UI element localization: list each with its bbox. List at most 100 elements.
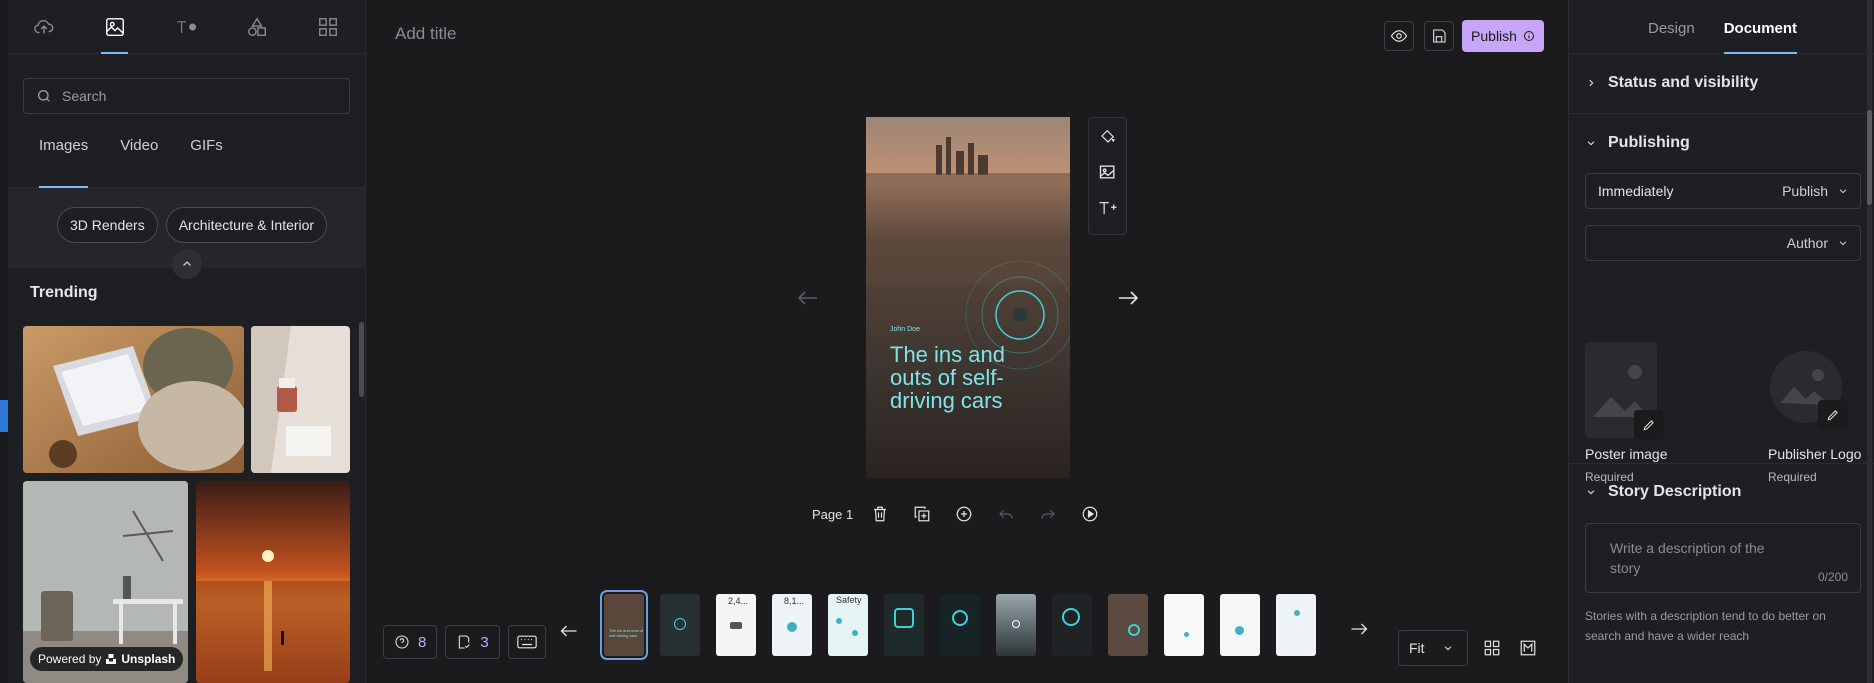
templates-tab[interactable] [292,0,363,54]
author-select[interactable]: Author [1585,225,1861,261]
status-visibility-header[interactable]: Status and visibility [1569,74,1874,92]
chip-3d-renders[interactable]: 3D Renders [57,207,158,243]
chevron-down-icon [1587,141,1595,146]
previous-page-arrow[interactable] [796,286,820,310]
image-sunset-beach[interactable] [196,481,350,683]
thumbnail-page-13[interactable] [1276,594,1316,656]
redo-button[interactable] [1027,505,1069,523]
shapes-tab[interactable] [221,0,292,54]
thumbnail-page-8[interactable] [996,594,1036,656]
bottom-left-controls: 8 3 [383,625,546,659]
play-circle-icon [1082,506,1098,522]
background-fill-button[interactable] [1089,118,1126,154]
story-page-canvas[interactable]: John Doe The ins and outs of self-drivin… [866,117,1070,478]
chip-architecture-interior[interactable]: Architecture & Interior [165,207,328,243]
duplicate-icon [914,506,930,522]
edit-poster-button[interactable] [1634,410,1664,440]
zoom-select[interactable]: Fit [1398,630,1468,666]
page-controls: Page 1 [812,505,1111,523]
thumbnail-page-2[interactable] [660,594,700,656]
thumbnail-page-1[interactable]: The ins and outs of self-driving cars [600,590,648,660]
help-center-button[interactable]: 8 [383,625,438,659]
checklist-icon [459,635,471,649]
search-input[interactable]: Search [23,78,350,114]
story-description-title: Story Description [1608,483,1742,500]
left-edge-handle[interactable] [0,400,8,432]
plus-circle-icon [956,506,972,522]
thumbnails-prev-arrow[interactable] [559,621,579,641]
thumbnail-page-3[interactable]: 2,4... [716,594,756,656]
next-page-arrow[interactable] [1116,286,1140,310]
text-tab[interactable] [150,0,221,54]
tab-document[interactable]: Document [1723,0,1798,54]
city-background-image [866,117,1070,478]
status-visibility-section[interactable]: Status and visibility [1569,54,1874,114]
keyboard-mode-button[interactable] [1519,639,1537,657]
thumbnail-page-6[interactable] [884,594,924,656]
story-author[interactable]: John Doe [890,326,920,333]
canvas-toolbar [1088,117,1127,235]
help-icon [395,635,409,649]
chevron-down-icon [1444,646,1451,651]
settings-scroll-thumb[interactable] [1867,110,1872,205]
publishing-header[interactable]: Publishing [1569,134,1874,152]
play-animation-button[interactable] [1069,505,1111,523]
grid-view-button[interactable] [1483,639,1501,657]
undo-button[interactable] [985,505,1027,523]
publish-action-value: Publish [1782,183,1828,199]
status-visibility-title: Status and visibility [1608,74,1759,91]
settings-scrollbar[interactable] [1867,0,1872,683]
checklist-count: 3 [480,633,489,651]
tab-design[interactable]: Design [1648,0,1695,54]
chevron-right-icon [1589,79,1594,87]
checklist-button[interactable]: 3 [445,625,500,659]
image-icon [105,17,124,36]
chevron-down-icon [1839,241,1847,246]
thumbnail-page-10[interactable] [1108,594,1148,656]
duplicate-page-button[interactable] [901,505,943,523]
grid-layout-icon [318,17,337,36]
publishing-title: Publishing [1608,134,1690,151]
edit-publisher-logo-button[interactable] [1818,400,1848,430]
search-icon [38,90,50,102]
image-candle-towel[interactable] [251,326,350,473]
unsplash-attribution[interactable]: Powered by Unsplash [30,647,184,671]
info-icon [1523,31,1534,41]
poster-image-label: Poster image [1585,446,1668,462]
thumbnail-page-9[interactable] [1052,594,1092,656]
thumbnail-page-7[interactable] [940,594,980,656]
library-tabs [8,0,365,54]
library-scrollbar[interactable] [359,322,364,397]
collapse-chips-button[interactable] [172,249,202,279]
thumbnail-page-12[interactable] [1220,594,1260,656]
tab-video[interactable]: Video [120,136,158,188]
upload-tab[interactable] [8,0,79,54]
powered-by-text: Powered by [38,652,102,666]
preview-button[interactable] [1384,21,1414,51]
text-plus-icon [1099,202,1116,215]
keyboard-shortcuts-button[interactable] [507,625,546,659]
text-add-icon [176,20,196,33]
add-text-button[interactable] [1089,190,1126,226]
tab-gifs[interactable]: GIFs [190,136,223,188]
story-headline[interactable]: The ins and outs of self-driving cars [890,343,1020,412]
chevron-up-icon [183,261,191,266]
save-draft-button[interactable] [1424,21,1454,51]
publish-schedule-select[interactable]: Immediately Publish [1585,173,1861,209]
tab-images[interactable]: Images [39,136,89,188]
delete-page-button[interactable] [859,505,901,523]
thumbnail-page-11[interactable] [1164,594,1204,656]
replace-media-button[interactable] [1089,154,1126,190]
thumbnails-next-arrow[interactable] [1349,619,1369,639]
story-description-header[interactable]: Story Description [1569,483,1741,501]
thumbnail-page-5[interactable]: Safety [828,594,868,656]
media-tab[interactable] [79,0,150,54]
story-description-input[interactable]: Write a description of the story 0/200 [1585,523,1861,593]
thumbnail-text-4: 8,1... [784,596,805,606]
publish-button[interactable]: Publish [1462,20,1544,52]
thumbnail-page-4[interactable]: 8,1... [772,594,812,656]
add-page-button[interactable] [943,505,985,523]
story-title-input[interactable]: Add title [395,24,456,44]
publishing-section: Publishing Immediately Publish Author Po… [1569,114,1874,484]
image-laptop-desk[interactable] [23,326,244,473]
